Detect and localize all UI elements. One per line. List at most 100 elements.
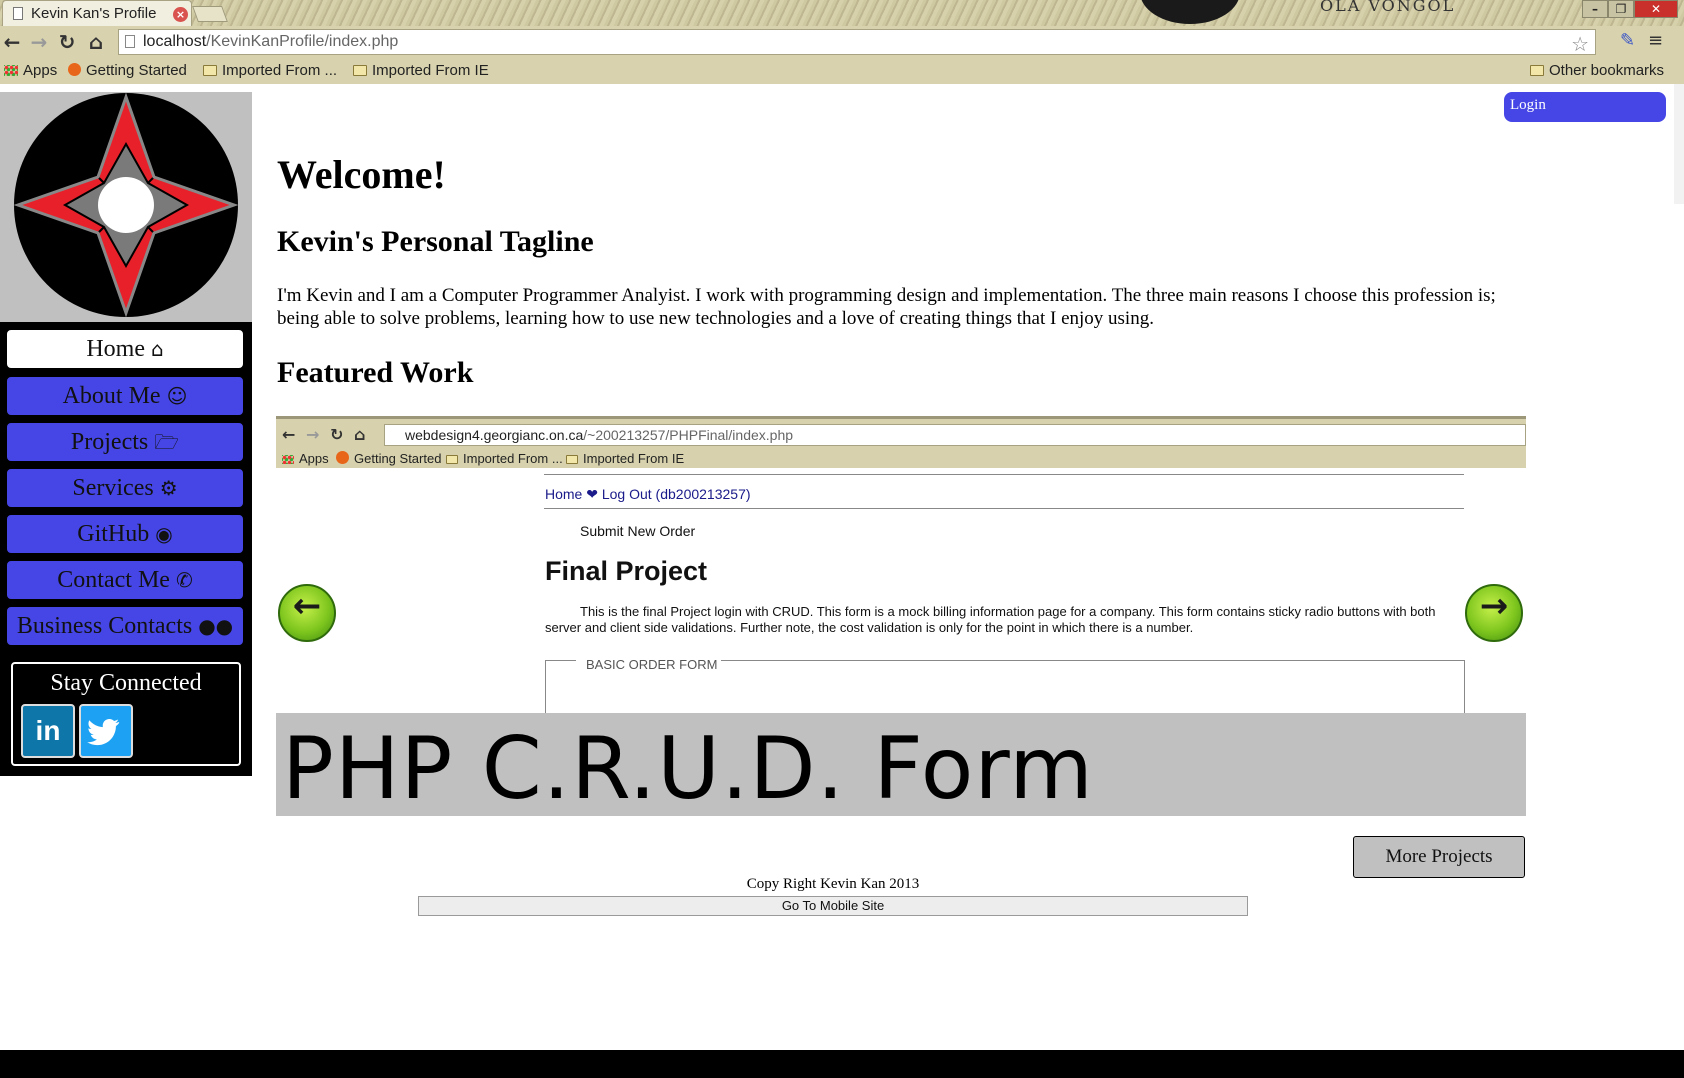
featured-url-path: /~200213257/PHPFinal/index.php bbox=[583, 427, 794, 443]
bookmarks-bar: Apps Getting Started Imported From ... I… bbox=[0, 58, 1684, 84]
forward-icon[interactable]: → bbox=[27, 30, 51, 54]
bookmark-label: Getting Started bbox=[354, 451, 442, 466]
bookmark-label: Imported From ... bbox=[222, 62, 338, 79]
featured-project-title: Final Project bbox=[545, 556, 708, 586]
nav-business-contacts[interactable]: Business Contacts ●● bbox=[5, 605, 245, 647]
nav-contact-me[interactable]: Contact Me ✆ bbox=[5, 559, 245, 601]
github-icon: ◉ bbox=[155, 522, 173, 546]
folder-icon bbox=[1530, 65, 1544, 76]
nav-projects[interactable]: Projects 🗁 bbox=[5, 421, 245, 463]
nav-home[interactable]: Home ⌂ bbox=[5, 328, 245, 370]
browser-chrome: Kevin Kan's Profile × OLA VONGOL – ❐ ✕ ←… bbox=[0, 0, 1684, 84]
new-tab-button[interactable] bbox=[192, 6, 228, 22]
featured-submit-link: Submit New Order bbox=[580, 523, 696, 539]
tab-strip: Kevin Kan's Profile × OLA VONGOL – ❐ ✕ bbox=[0, 0, 1684, 26]
apps-icon bbox=[282, 455, 294, 464]
nav-about-me[interactable]: About Me ☺ bbox=[5, 375, 245, 417]
page-icon bbox=[125, 35, 135, 48]
divider bbox=[544, 508, 1464, 509]
featured-work-heading: Featured Work bbox=[277, 356, 474, 389]
nav-label: Home bbox=[86, 336, 145, 362]
bookmark-getting-started[interactable]: Getting Started bbox=[68, 62, 187, 79]
linkedin-icon[interactable]: in bbox=[21, 704, 75, 758]
extension-icon[interactable]: ✎ bbox=[1620, 30, 1635, 51]
menu-icon[interactable]: ≡ bbox=[1648, 30, 1663, 51]
close-window-button[interactable]: ✕ bbox=[1634, 0, 1678, 18]
url-path: /KevinKanProfile/index.php bbox=[206, 33, 399, 50]
nav-label: Projects bbox=[70, 429, 149, 455]
home-icon: ⌂ bbox=[150, 337, 164, 361]
forward-icon: → bbox=[306, 425, 320, 444]
arrow-right-icon: → bbox=[1479, 586, 1509, 626]
nav-github[interactable]: GitHub ◉ bbox=[5, 513, 245, 555]
firefox-icon bbox=[68, 63, 81, 76]
back-icon: ← bbox=[282, 425, 296, 444]
minimize-button[interactable]: – bbox=[1582, 0, 1608, 18]
reload-icon[interactable]: ↻ bbox=[55, 30, 79, 54]
copyright-text: Copy Right Kevin Kan 2013 bbox=[746, 876, 920, 892]
bio-paragraph: I'm Kevin and I am a Computer Programmer… bbox=[277, 285, 1496, 329]
theme-decoration bbox=[1140, 0, 1240, 24]
bookmark-star-icon[interactable]: ☆ bbox=[1571, 32, 1589, 56]
login-button[interactable]: Login bbox=[1504, 92, 1666, 122]
nav-services[interactable]: Services ⚙ bbox=[5, 467, 245, 509]
featured-nav-links: Home ❤ Log Out (db200213257) bbox=[545, 486, 751, 502]
bookmark-other[interactable]: Other bookmarks bbox=[1530, 62, 1664, 79]
os-taskbar bbox=[0, 1050, 1684, 1078]
phone-icon: ✆ bbox=[175, 568, 193, 592]
featured-url-host: webdesign4.georgianc.on.ca bbox=[405, 427, 584, 443]
bookmark-imported-from-ie[interactable]: Imported From IE bbox=[353, 62, 489, 79]
tab-active[interactable]: Kevin Kan's Profile × bbox=[2, 0, 192, 26]
bookmark-label: Apps bbox=[299, 451, 329, 466]
bookmark-label: Getting Started bbox=[86, 62, 187, 79]
page-content: Home ⌂ About Me ☺ Projects 🗁 Services ⚙ GitH… bbox=[0, 84, 1684, 1050]
sidebar: Home ⌂ About Me ☺ Projects 🗁 Services ⚙ GitH… bbox=[0, 92, 252, 776]
bookmark-label: Imported From ... bbox=[463, 451, 563, 466]
bookmark-label: Imported From IE bbox=[583, 451, 685, 466]
bookmark-apps: Apps bbox=[282, 451, 329, 466]
logo[interactable] bbox=[0, 92, 252, 322]
slider-next-button[interactable]: → bbox=[1465, 584, 1523, 642]
bookmark-imported-from[interactable]: Imported From ... bbox=[203, 62, 337, 79]
shuriken-logo-icon bbox=[13, 92, 239, 318]
slider-prev-button[interactable]: ← bbox=[278, 584, 336, 642]
users-icon: ●● bbox=[198, 614, 234, 638]
nav-label: Business Contacts bbox=[16, 613, 193, 639]
firefox-icon bbox=[336, 451, 349, 464]
arrow-left-icon: ← bbox=[292, 586, 322, 626]
slide-caption: PHP C.R.U.D. Form bbox=[282, 719, 1094, 816]
slide-caption-band: PHP C.R.U.D. Form bbox=[276, 713, 1526, 816]
stay-connected-panel: Stay Connected in bbox=[11, 662, 241, 766]
folder-icon bbox=[203, 65, 217, 76]
bookmark-getting-started: Getting Started bbox=[336, 451, 441, 466]
folder-icon bbox=[353, 65, 367, 76]
folder-icon bbox=[446, 455, 458, 464]
nav-label: Services bbox=[72, 475, 154, 501]
bookmark-imported-from-ie: Imported From IE bbox=[566, 451, 684, 466]
gears-icon: ⚙ bbox=[159, 476, 178, 500]
folder-icon bbox=[566, 455, 578, 464]
tab-close-icon[interactable]: × bbox=[173, 7, 188, 22]
featured-address-bar: webdesign4.georgianc.on.ca/~200213257/PH… bbox=[384, 424, 1526, 446]
scrollbar[interactable] bbox=[1674, 84, 1684, 204]
home-icon: ⌂ bbox=[354, 425, 366, 444]
featured-form-legend: BASIC ORDER FORM bbox=[576, 657, 722, 672]
restore-button[interactable]: ❐ bbox=[1608, 0, 1634, 18]
tab-title: Kevin Kan's Profile bbox=[31, 5, 157, 22]
smile-icon: ☺ bbox=[166, 384, 188, 408]
mobile-site-button[interactable]: Go To Mobile Site bbox=[418, 896, 1248, 916]
reload-icon: ↻ bbox=[330, 425, 344, 444]
url-host: localhost bbox=[143, 33, 207, 50]
divider bbox=[544, 474, 1464, 475]
back-icon[interactable]: ← bbox=[0, 30, 24, 54]
bookmark-label: Imported From IE bbox=[372, 62, 489, 79]
address-bar[interactable]: localhost/KevinKanProfile/index.php ☆ bbox=[118, 29, 1596, 56]
stay-connected-title: Stay Connected bbox=[50, 670, 202, 696]
more-projects-button[interactable]: More Projects bbox=[1353, 836, 1525, 878]
twitter-icon[interactable] bbox=[79, 704, 133, 758]
featured-screenshot-chrome: ← → ↻ ⌂ webdesign4.georgianc.on.ca/~2002… bbox=[276, 416, 1526, 468]
bookmark-apps[interactable]: Apps bbox=[4, 62, 57, 79]
featured-bookmarks-bar: Apps Getting Started Imported From ... I… bbox=[276, 448, 1526, 470]
bookmark-label: Apps bbox=[23, 62, 58, 79]
home-icon[interactable]: ⌂ bbox=[84, 30, 108, 54]
